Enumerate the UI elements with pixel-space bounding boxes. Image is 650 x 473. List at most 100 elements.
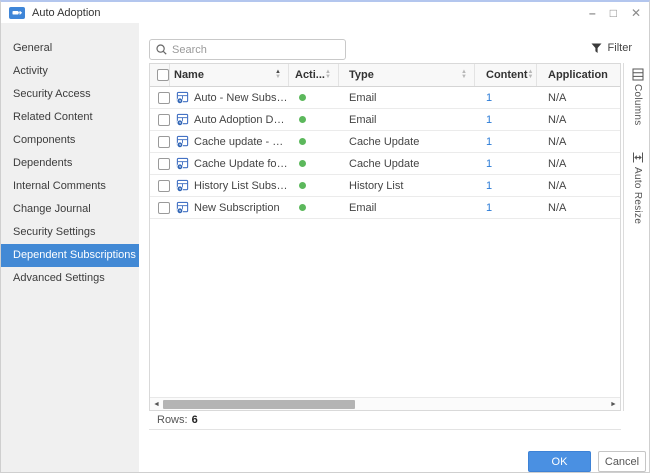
row-type: Email — [339, 109, 475, 130]
sidebar-item-dependent-subscriptions[interactable]: Dependent Subscriptions — [1, 244, 139, 267]
row-name: Auto Adoption Daily — [194, 114, 289, 126]
search-input[interactable] — [172, 44, 339, 56]
active-status-dot — [299, 94, 306, 101]
window-title: Auto Adoption — [32, 7, 101, 19]
filter-button[interactable]: Filter — [591, 42, 632, 54]
active-status-dot — [299, 204, 306, 211]
header-checkbox-cell — [150, 64, 170, 86]
row-application: N/A — [537, 197, 620, 218]
row-checkbox[interactable] — [158, 136, 170, 148]
row-application: N/A — [537, 175, 620, 196]
sort-indicator-type[interactable]: ▲▼ — [461, 70, 467, 80]
row-type: Cache Update — [339, 153, 475, 174]
row-type: Email — [339, 197, 475, 218]
close-button[interactable]: ✕ — [631, 7, 641, 19]
header-application[interactable]: Application — [537, 64, 620, 86]
table-row[interactable]: Cache update - New ... Cache Update 1 N/… — [150, 131, 620, 153]
subscription-icon — [176, 135, 189, 148]
search-icon — [156, 44, 167, 55]
sidebar-item-activity[interactable]: Activity — [1, 60, 139, 83]
row-name: Cache Update for Aut... — [194, 158, 289, 170]
row-checkbox[interactable] — [158, 202, 170, 214]
sidebar-item-components[interactable]: Components — [1, 129, 139, 152]
table-row[interactable]: Cache Update for Aut... Cache Update 1 N… — [150, 153, 620, 175]
sort-indicator-content[interactable]: ▲▼ — [528, 70, 534, 80]
row-checkbox[interactable] — [158, 92, 170, 104]
select-all-checkbox[interactable] — [157, 69, 169, 81]
row-type: Email — [339, 87, 475, 108]
ok-button[interactable]: OK — [528, 451, 591, 472]
content-count-link[interactable]: 1 — [486, 158, 492, 170]
rows-count-value: 6 — [192, 414, 198, 426]
content-count-link[interactable]: 1 — [486, 202, 492, 214]
content-count-link[interactable]: 1 — [486, 180, 492, 192]
row-application: N/A — [537, 131, 620, 152]
subscription-icon — [176, 113, 189, 126]
table-header-row: Name ▲▼ Acti... ▲▼ Type ▲▼ — [150, 64, 620, 87]
content-count-link[interactable]: 1 — [486, 92, 492, 104]
window-controls: – □ ✕ — [589, 7, 641, 19]
row-application: N/A — [537, 109, 620, 130]
content-count-link[interactable]: 1 — [486, 136, 492, 148]
columns-button[interactable]: Columns — [632, 69, 644, 126]
sidebar-item-general[interactable]: General — [1, 37, 139, 60]
sidebar-item-internal-comments[interactable]: Internal Comments — [1, 175, 139, 198]
row-application: N/A — [537, 87, 620, 108]
header-name[interactable]: Name ▲▼ — [170, 64, 289, 86]
row-name: History List Subscription — [194, 180, 289, 192]
minimize-button[interactable]: – — [589, 7, 596, 19]
header-type[interactable]: Type ▲▼ — [339, 64, 475, 86]
header-active[interactable]: Acti... ▲▼ — [289, 64, 339, 86]
cancel-button[interactable]: Cancel — [598, 451, 646, 472]
filter-icon — [591, 43, 602, 54]
header-content[interactable]: Content ▲▼ — [475, 64, 537, 86]
active-status-dot — [299, 160, 306, 167]
sidebar-item-related-content[interactable]: Related Content — [1, 106, 139, 129]
sort-indicator-active[interactable]: ▲▼ — [325, 70, 331, 80]
columns-icon — [632, 69, 643, 81]
sidebar-item-advanced-settings[interactable]: Advanced Settings — [1, 267, 139, 290]
row-type: History List — [339, 175, 475, 196]
subscription-icon — [176, 157, 189, 170]
sidebar-nav: General Activity Security Access Related… — [1, 23, 139, 473]
auto-resize-label: Auto Resize — [632, 167, 643, 224]
scroll-right-icon[interactable]: ► — [607, 398, 620, 411]
active-status-dot — [299, 138, 306, 145]
subscription-icon — [176, 201, 189, 214]
main-panel: Filter Name ▲▼ Acti... ▲▼ — [139, 23, 649, 472]
table-row[interactable]: Auto Adoption Daily Email 1 N/A — [150, 109, 620, 131]
horizontal-scrollbar[interactable]: ◄ ► — [150, 397, 620, 410]
app-icon — [9, 7, 25, 19]
row-application: N/A — [537, 153, 620, 174]
sidebar-item-security-access[interactable]: Security Access — [1, 83, 139, 106]
subscriptions-table: Name ▲▼ Acti... ▲▼ Type ▲▼ — [149, 63, 621, 411]
table-row[interactable]: New Subscription Email 1 N/A — [150, 197, 620, 219]
auto-resize-button[interactable]: Auto Resize — [632, 152, 644, 224]
table-row[interactable]: History List Subscription History List 1… — [150, 175, 620, 197]
subscription-icon — [176, 179, 189, 192]
table-row[interactable]: Auto - New Subscription Email 1 N/A — [150, 87, 620, 109]
maximize-button[interactable]: □ — [610, 7, 617, 19]
columns-label: Columns — [632, 84, 643, 126]
auto-resize-icon — [632, 151, 643, 163]
sort-indicator-name[interactable]: ▲▼ — [275, 70, 281, 80]
row-name: Auto - New Subscription — [194, 92, 289, 104]
row-name: Cache update - New ... — [194, 136, 289, 148]
content-count-link[interactable]: 1 — [486, 114, 492, 126]
sidebar-item-dependents[interactable]: Dependents — [1, 152, 139, 175]
row-checkbox[interactable] — [158, 180, 170, 192]
active-status-dot — [299, 116, 306, 123]
filter-label: Filter — [608, 42, 632, 54]
active-status-dot — [299, 182, 306, 189]
rows-count-bar: Rows: 6 — [149, 411, 621, 430]
scrollbar-thumb[interactable] — [163, 400, 355, 409]
table-side-toolbar: Columns Auto Resize — [623, 63, 650, 411]
scroll-left-icon[interactable]: ◄ — [150, 398, 163, 411]
row-name: New Subscription — [194, 202, 280, 214]
search-box[interactable] — [149, 39, 346, 60]
subscription-icon — [176, 91, 189, 104]
row-checkbox[interactable] — [158, 114, 170, 126]
sidebar-item-security-settings[interactable]: Security Settings — [1, 221, 139, 244]
row-checkbox[interactable] — [158, 158, 170, 170]
sidebar-item-change-journal[interactable]: Change Journal — [1, 198, 139, 221]
